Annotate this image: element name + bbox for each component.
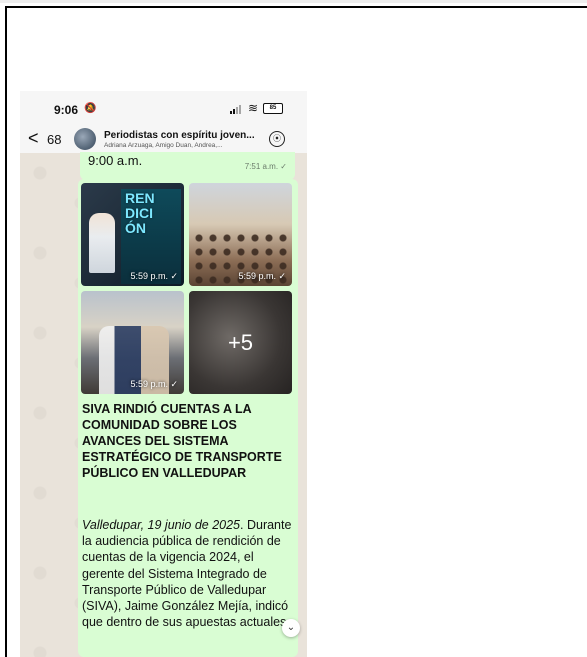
photo-thumbnail[interactable]: 5:59 p.m. ✓ (81, 291, 184, 394)
previous-message-bubble[interactable]: 9:00 a.m. 7:51 a.m. ✓ (80, 152, 295, 180)
chat-header[interactable]: < 68 Periodistas con espíritu joven... A… (20, 127, 307, 154)
previous-message-time: 7:51 a.m. ✓ (244, 162, 287, 171)
group-avatar[interactable] (74, 128, 96, 150)
speaker-figure (89, 213, 115, 273)
voice-call-icon[interactable]: ⦿ (269, 131, 285, 147)
more-photos-count: +5 (227, 330, 254, 355)
signal-icon (230, 105, 244, 114)
phone-screenshot: 9:06 🔕 ≋ 85 < 68 Periodistas con espírit… (20, 91, 307, 657)
chevron-down-icon: ⌄ (286, 622, 296, 633)
top-border (0, 0, 587, 3)
back-chevron-icon[interactable]: < (28, 128, 39, 148)
photo-time: 5:59 p.m. ✓ (238, 271, 286, 281)
battery-icon: 85 (263, 103, 283, 114)
message-body-text: . Durante la audiencia pública de rendic… (82, 518, 292, 630)
scroll-down-button[interactable]: ⌄ (282, 619, 300, 637)
message-dateline: Valledupar, 19 junio de 2025 (82, 518, 241, 532)
photo-thumbnail[interactable]: REN DICI ÓN 5:59 p.m. ✓ (81, 183, 184, 286)
unread-count[interactable]: 68 (47, 132, 61, 147)
group-participants: Adriana Arzuaga, Amigo Duan, Andrea,... (104, 142, 223, 149)
photo-time: 5:59 p.m. ✓ (130, 271, 178, 281)
message-body: Valledupar, 19 junio de 2025. Durante la… (82, 517, 294, 630)
poster-text: REN DICI ÓN (125, 190, 155, 236)
bell-slash-icon: 🔕 (84, 103, 97, 114)
status-bar: 9:06 🔕 ≋ 85 (20, 91, 307, 127)
photo-thumbnail[interactable]: 5:59 p.m. ✓ (189, 183, 292, 286)
status-time: 9:06 (54, 103, 79, 117)
message-bubble[interactable]: REN DICI ÓN 5:59 p.m. ✓ 5:59 p.m. ✓ 5:59 p… (78, 179, 298, 657)
previous-message-text: 9:00 a.m. (88, 153, 143, 168)
wifi-icon: ≋ (248, 101, 259, 115)
photo-time: 5:59 p.m. ✓ (130, 379, 178, 389)
message-headline: SIVA RINDIÓ CUENTAS A LA COMUNIDAD SOBRE… (82, 402, 282, 480)
group-name[interactable]: Periodistas con espíritu joven... (104, 130, 255, 141)
more-photos-thumbnail[interactable]: +5 (189, 291, 292, 394)
